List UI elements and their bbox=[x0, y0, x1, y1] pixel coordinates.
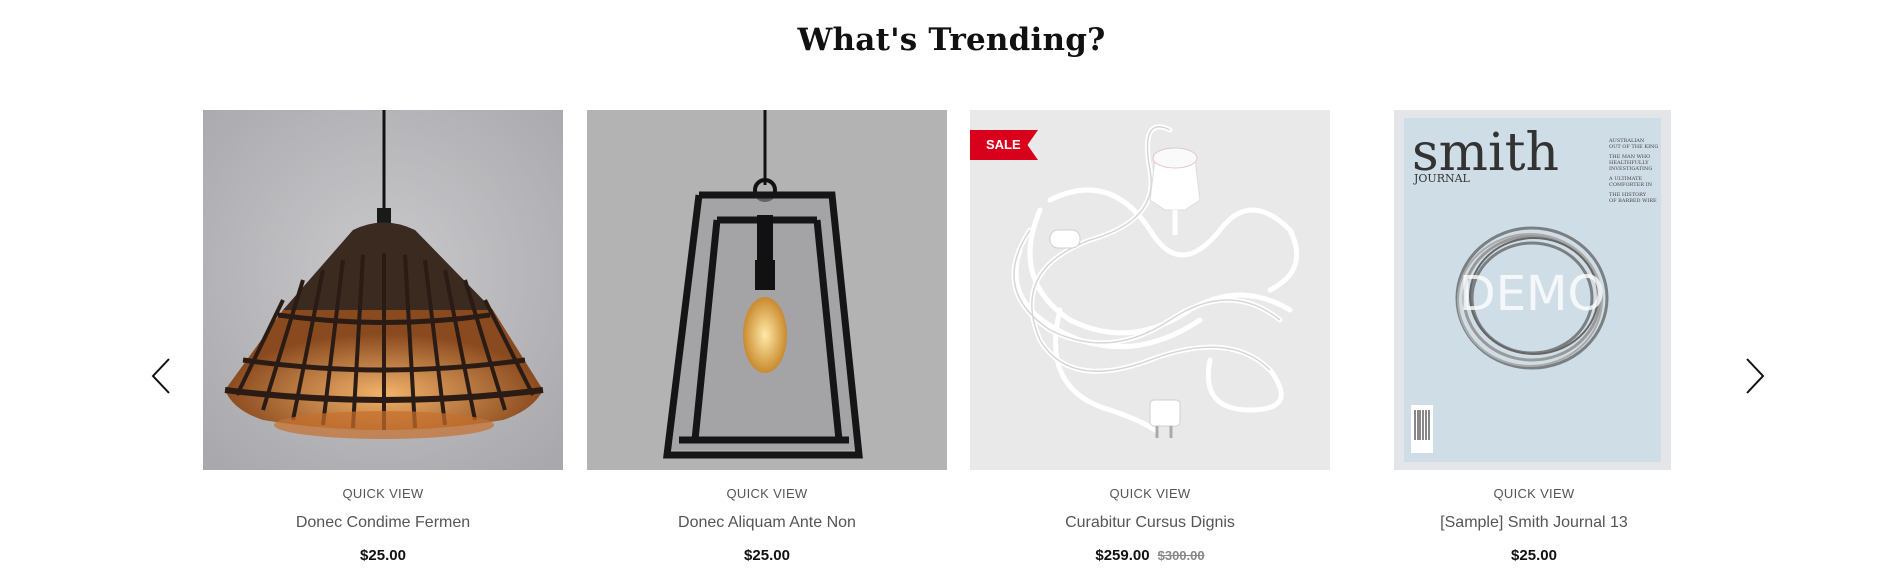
white-cord-kit-image bbox=[970, 110, 1330, 470]
product-name[interactable]: Donec Condime Fermen bbox=[203, 514, 563, 532]
product-image[interactable]: SALE bbox=[970, 110, 1330, 470]
product-price-row: $25.00 bbox=[203, 547, 563, 564]
product-name[interactable]: Donec Aliquam Ante Non bbox=[587, 514, 947, 532]
lantern-pendant-lamp-image bbox=[587, 110, 947, 470]
cover-watermark: DEMO bbox=[1459, 266, 1605, 322]
chevron-right-icon bbox=[1746, 358, 1765, 394]
cover-line: OF BARBED WIRE bbox=[1609, 198, 1657, 204]
carousel-next-button[interactable] bbox=[1740, 354, 1770, 398]
quick-view-link[interactable]: QUICK VIEW bbox=[587, 486, 947, 501]
cover-line: INVESTIGATING bbox=[1609, 166, 1652, 172]
product-price: $25.00 bbox=[744, 547, 790, 564]
product-image[interactable] bbox=[587, 110, 947, 470]
product-price: $25.00 bbox=[360, 547, 406, 564]
product-price: $259.00 bbox=[1095, 547, 1150, 564]
cover-line: COMFORTER IN bbox=[1609, 182, 1653, 188]
product-image[interactable] bbox=[203, 110, 563, 470]
product-price-row: $25.00 bbox=[1354, 547, 1714, 564]
product-image[interactable]: smith JOURNAL AUSTRALIAN OUT OF THE KING… bbox=[1354, 110, 1714, 470]
section-title: What's Trending? bbox=[797, 22, 1106, 58]
cover-masthead-sub: JOURNAL bbox=[1413, 172, 1471, 185]
product-price-row: $259.00 $300.00 bbox=[970, 547, 1330, 564]
product-card[interactable]: QUICK VIEW Donec Aliquam Ante Non $25.00 bbox=[587, 110, 947, 564]
smith-journal-cover-image: smith JOURNAL AUSTRALIAN OUT OF THE KING… bbox=[1354, 110, 1714, 470]
chevron-left-icon bbox=[151, 358, 170, 394]
quick-view-link[interactable]: QUICK VIEW bbox=[1354, 486, 1714, 501]
carousel-prev-button[interactable] bbox=[146, 354, 176, 398]
product-price: $25.00 bbox=[1511, 547, 1557, 564]
product-card[interactable]: QUICK VIEW Donec Condime Fermen $25.00 bbox=[203, 110, 563, 564]
cover-line: OUT OF THE KING bbox=[1609, 144, 1658, 150]
product-name[interactable]: Curabitur Cursus Dignis bbox=[970, 514, 1330, 532]
product-card[interactable]: SALE QUICK VIEW Curabitur Cursus Dignis … bbox=[970, 110, 1330, 564]
rattan-pendant-lamp-image bbox=[203, 110, 563, 470]
quick-view-link[interactable]: QUICK VIEW bbox=[970, 486, 1330, 501]
product-old-price: $300.00 bbox=[1157, 548, 1205, 563]
product-name[interactable]: [Sample] Smith Journal 13 bbox=[1354, 514, 1714, 532]
product-card[interactable]: smith JOURNAL AUSTRALIAN OUT OF THE KING… bbox=[1354, 110, 1714, 564]
product-price-row: $25.00 bbox=[587, 547, 947, 564]
quick-view-link[interactable]: QUICK VIEW bbox=[203, 486, 563, 501]
